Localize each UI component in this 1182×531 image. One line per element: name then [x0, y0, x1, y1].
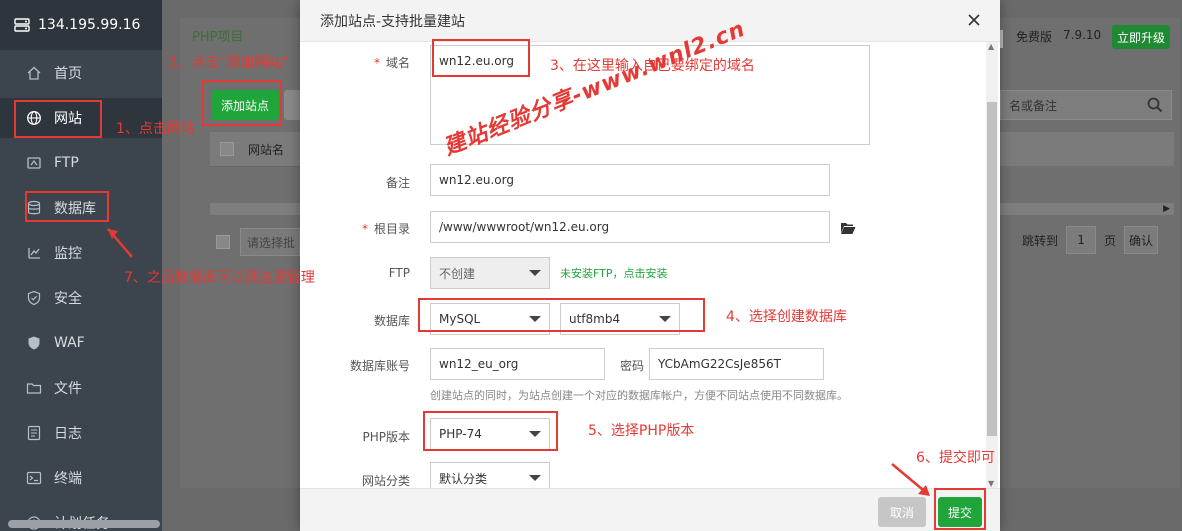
sidebar-item-label: 监控 — [54, 246, 82, 262]
pagination: 跳转到 1 页 确认 — [1000, 226, 1159, 254]
sidebar-item-terminal[interactable]: 终端 — [0, 458, 162, 498]
annotation-arrow-database — [107, 228, 133, 258]
server-header: 134.195.99.16 0 — [0, 0, 170, 50]
scroll-up-icon[interactable]: ▲ — [988, 42, 994, 51]
annotation-box-domain — [432, 39, 530, 77]
annotation-arrow-submit — [891, 463, 930, 496]
sidebar-item-label: 文件 — [54, 381, 82, 397]
annotation-box-add-site — [202, 80, 282, 126]
db-account-label: 数据库账号 — [349, 359, 410, 373]
site-table-header-right — [1000, 132, 1174, 166]
sidebar-item-ftp[interactable]: FTP — [0, 143, 162, 183]
sidebar: 134.195.99.16 0 首页 网站 FTP 数据库 监控 安全 WAF … — [0, 0, 170, 531]
root-dir-label: * 根目录 — [361, 222, 410, 236]
annotation-step4: 4、选择创建数据库 — [726, 309, 847, 325]
chevron-down-icon — [529, 475, 541, 481]
annotation-box-submit — [934, 488, 986, 530]
sidebar-item-home[interactable]: 首页 — [0, 53, 162, 93]
pager-jump-label: 跳转到 — [1022, 233, 1059, 248]
chevron-down-icon — [529, 270, 541, 276]
dialog-scrollbar[interactable]: ▲ ▼ — [986, 42, 998, 488]
ftp-label: FTP — [388, 266, 410, 280]
edition-label: 免费版 — [1016, 30, 1053, 44]
db-password-label: 密码 — [620, 359, 645, 373]
sidebar-item-label: WAF — [54, 335, 85, 351]
site-table-header: 网站名 — [210, 132, 300, 166]
remark-label: 备注 — [385, 176, 410, 190]
db-account-input[interactable]: wn12_eu_org — [430, 348, 605, 380]
pager-page-unit: 页 — [1104, 233, 1117, 248]
waf-icon — [26, 335, 42, 351]
batch-checkbox[interactable] — [216, 235, 230, 249]
sidebar-item-label: FTP — [54, 155, 79, 171]
domain-label: * 域名 — [373, 56, 410, 70]
log-icon — [26, 425, 42, 441]
pager-confirm-button[interactable]: 确认 — [1124, 226, 1159, 254]
annotation-step1: 1、点击网站 — [116, 121, 195, 137]
annotation-box-database-select — [418, 298, 705, 332]
annotation-step5: 5、选择PHP版本 — [588, 423, 695, 439]
annotation-step7: 7、之后数据库可以到这里管理 — [124, 270, 315, 286]
table-row — [210, 166, 300, 202]
ftp-install-link[interactable]: 未安装FTP，点击安装 — [560, 265, 668, 281]
server-icon — [14, 17, 30, 33]
search-placeholder: 名或备注 — [1009, 98, 1058, 113]
select-all-checkbox[interactable] — [220, 142, 234, 156]
php-version-label: PHP版本 — [362, 430, 411, 444]
home-icon — [26, 65, 42, 81]
dialog-scrollbar-thumb[interactable] — [987, 102, 997, 436]
folder-open-icon[interactable] — [840, 221, 856, 235]
sidebar-item-waf[interactable]: WAF — [0, 323, 162, 363]
cancel-button[interactable]: 取消 — [878, 497, 926, 527]
version-label: 7.9.10 — [1063, 28, 1102, 42]
site-category-select[interactable]: 默认分类 — [430, 462, 550, 488]
toolbar-button-partial[interactable] — [284, 90, 300, 120]
upgrade-button[interactable]: 立即升级 — [1112, 25, 1170, 49]
batch-operation: 请选择批 — [216, 228, 300, 256]
annotation-box-website — [14, 100, 102, 138]
dialog-header: 添加站点-支持批量建站 — [300, 0, 1000, 42]
batch-select[interactable]: 请选择批 — [240, 228, 300, 256]
annotation-box-php — [423, 411, 558, 451]
terminal-icon — [26, 470, 42, 486]
db-tip-text: 创建站点的同时，为站点创建一个对应的数据库帐户，方便不同站点使用不同数据库。 — [430, 389, 848, 402]
column-header-site-name[interactable]: 网站名 — [248, 141, 284, 158]
root-dir-input[interactable]: /www/wwwroot/wn12.eu.org — [430, 211, 830, 243]
database-label: 数据库 — [373, 314, 410, 328]
sidebar-item-label: 首页 — [54, 66, 82, 82]
sidebar-item-label: 日志 — [54, 426, 82, 442]
site-category-value: 默认分类 — [439, 471, 488, 486]
ftp-select[interactable]: 不创建 — [430, 257, 550, 289]
sidebar-item-label: 安全 — [54, 291, 82, 307]
server-ip: 134.195.99.16 — [38, 17, 141, 33]
scroll-right-icon[interactable]: ▶ — [1163, 204, 1170, 214]
sidebar-scrollbar[interactable] — [8, 520, 160, 528]
ftp-select-value: 不创建 — [439, 266, 476, 281]
table-horizontal-scrollbar-right[interactable]: ▶ — [1000, 203, 1174, 215]
site-category-label: 网站分类 — [361, 474, 410, 488]
ftp-icon — [26, 155, 42, 171]
annotation-box-database — [25, 191, 109, 222]
tab-php-project[interactable]: PHP项目 — [192, 26, 243, 45]
pager-page-input[interactable]: 1 — [1066, 226, 1097, 254]
close-icon[interactable] — [966, 12, 982, 28]
shield-icon — [26, 290, 42, 306]
table-horizontal-scrollbar[interactable] — [210, 203, 300, 215]
annotation-step2: 2、点击“添加网站” — [168, 55, 290, 71]
sidebar-item-files[interactable]: 文件 — [0, 368, 162, 408]
sidebar-item-logs[interactable]: 日志 — [0, 413, 162, 453]
remark-input[interactable]: wn12.eu.org — [430, 164, 830, 196]
search-icon[interactable] — [1147, 97, 1163, 113]
monitor-icon — [26, 245, 42, 261]
dialog-title: 添加站点-支持批量建站 — [320, 13, 466, 30]
sidebar-item-label: 终端 — [54, 471, 82, 487]
site-search-input[interactable]: 名或备注 — [1000, 90, 1172, 120]
db-password-input[interactable]: YCbAmG22CsJe856T — [649, 348, 824, 380]
folder-icon — [26, 380, 42, 396]
scroll-down-icon[interactable]: ▼ — [988, 479, 994, 488]
